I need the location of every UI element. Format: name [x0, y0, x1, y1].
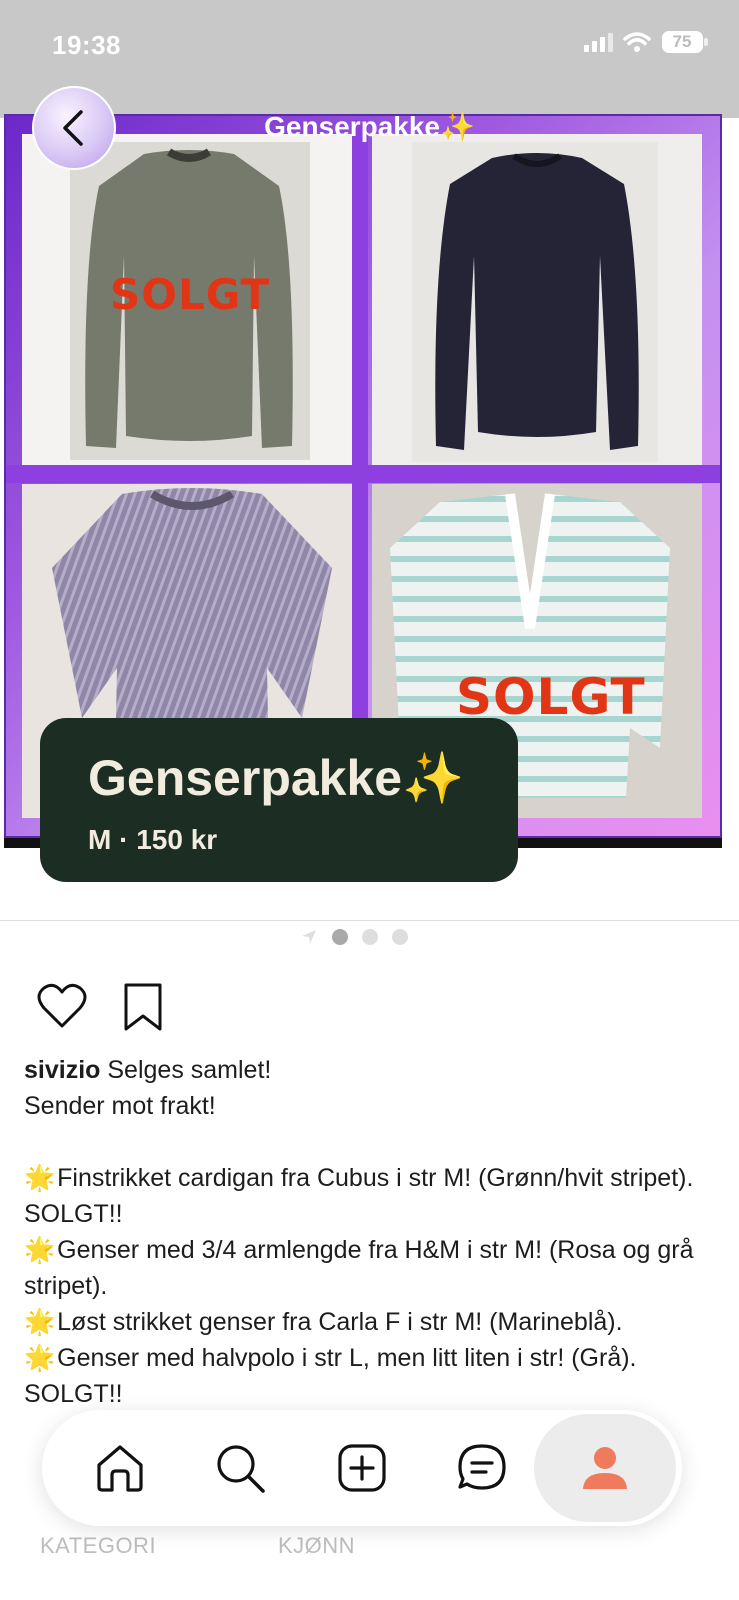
- description-item: 🌟Genser med halvpolo i str L, men litt l…: [24, 1340, 714, 1412]
- listing-price: 150 kr: [136, 824, 218, 855]
- star-icon: 🌟: [24, 1236, 56, 1264]
- sold-label: SOLGT: [110, 270, 271, 319]
- chevron-left-icon: [63, 110, 83, 146]
- status-bar: 19:38 75: [0, 0, 739, 90]
- section-divider: [0, 920, 739, 921]
- photo-grey-sweater: SOLGT: [22, 134, 352, 465]
- description-item-text: Løst strikket genser fra Carla F i str M…: [57, 1308, 623, 1336]
- price-card: Genserpakke✨ M · 150 kr: [40, 718, 518, 882]
- nav-add[interactable]: [324, 1430, 400, 1506]
- description-item: 🌟Finstrikket cardigan fra Cubus i str M!…: [24, 1160, 714, 1232]
- collage-divider-horizontal: [6, 465, 720, 483]
- battery-level: 75: [672, 32, 692, 51]
- search-icon: [217, 1445, 265, 1493]
- back-button[interactable]: [32, 86, 116, 170]
- gender-label: KJØNN: [278, 1533, 356, 1558]
- nav-home[interactable]: [82, 1430, 158, 1506]
- pager-dot[interactable]: [362, 929, 378, 945]
- nav-profile[interactable]: [534, 1414, 676, 1522]
- listing-description: sivizio Selges samlet! Sender mot frakt!…: [24, 1052, 714, 1412]
- battery-icon: 75: [661, 30, 709, 54]
- description-first-line: Selges samlet!: [107, 1056, 272, 1084]
- heart-icon[interactable]: [36, 982, 88, 1035]
- seller-username[interactable]: sivizio: [24, 1056, 100, 1084]
- description-item: 🌟Løst strikket genser fra Carla F i str …: [24, 1304, 714, 1340]
- description-line: sivizio Selges samlet!: [24, 1052, 714, 1088]
- location-arrow-icon: [302, 930, 316, 944]
- pager-dot[interactable]: [392, 929, 408, 945]
- meta-separator: ·: [119, 824, 129, 855]
- description-item-text: Genser med 3/4 armlengde fra H&M i str M…: [24, 1236, 694, 1300]
- add-icon: [338, 1444, 386, 1492]
- chat-icon: [458, 1444, 506, 1490]
- nav-messages[interactable]: [444, 1430, 520, 1506]
- star-icon: 🌟: [24, 1308, 56, 1336]
- home-icon: [97, 1445, 143, 1492]
- image-pager[interactable]: [300, 928, 408, 946]
- description-item-text: Genser med halvpolo i str L, men litt li…: [24, 1344, 637, 1408]
- status-time: 19:38: [52, 30, 121, 60]
- description-blank-line: [24, 1124, 714, 1160]
- navy-sweater-image: [435, 153, 639, 450]
- star-icon: 🌟: [24, 1344, 56, 1372]
- nav-search[interactable]: [202, 1430, 278, 1506]
- category-label: KATEGORI: [40, 1533, 157, 1558]
- wifi-icon: [623, 31, 651, 53]
- photo-navy-sweater: [372, 134, 702, 465]
- bookmark-icon[interactable]: [122, 982, 164, 1037]
- profile-icon: [583, 1447, 627, 1489]
- description-item-text: Finstrikket cardigan fra Cubus i str M! …: [24, 1164, 694, 1228]
- description-item: 🌟Genser med 3/4 armlengde fra H&M i str …: [24, 1232, 714, 1304]
- description-line: Sender mot frakt!: [24, 1092, 216, 1120]
- signal-icon: [584, 32, 613, 52]
- listing-meta: M · 150 kr: [88, 824, 518, 856]
- star-icon: 🌟: [24, 1164, 56, 1192]
- listing-size: M: [88, 824, 112, 855]
- listing-title: Genserpakke✨: [88, 750, 465, 806]
- pager-dot-active[interactable]: [332, 929, 348, 945]
